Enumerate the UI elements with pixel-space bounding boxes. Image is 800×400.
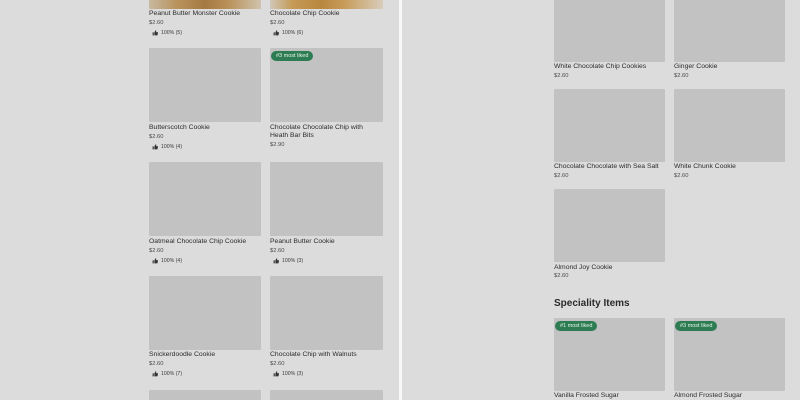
item-price: $2.60 bbox=[149, 361, 164, 367]
item-image: #3 most liked bbox=[674, 318, 785, 391]
menu-item-card[interactable]: #1 most liked Vanilla Frosted Sugar bbox=[554, 318, 665, 400]
menu-item-card[interactable]: White Chunk Cookie $2.60 bbox=[674, 89, 785, 181]
item-title: Chocolate Chocolate Chip with Heath Bar … bbox=[270, 124, 363, 139]
thumbs-up-icon bbox=[152, 258, 158, 264]
rating-text: 100% (3) bbox=[282, 371, 304, 377]
item-rating: 100% (7) bbox=[152, 371, 182, 377]
menu-item-card[interactable] bbox=[149, 390, 261, 400]
thumbs-up-icon bbox=[152, 30, 158, 36]
menu-item-card[interactable]: Butterscotch Cookie $2.60 100% (4) bbox=[149, 48, 261, 152]
item-rating: 100% (3) bbox=[273, 258, 303, 264]
item-price: $2.60 bbox=[674, 173, 689, 179]
speciality-items-heading: Speciality Items bbox=[554, 298, 630, 309]
rating-text: 100% (6) bbox=[282, 30, 304, 36]
rating-text: 100% (5) bbox=[161, 30, 183, 36]
item-price: $2.60 bbox=[270, 20, 285, 26]
item-image bbox=[149, 48, 261, 122]
item-title: Peanut Butter Cookie bbox=[270, 238, 335, 245]
item-title: Snickerdoodle Cookie bbox=[149, 351, 216, 358]
item-image bbox=[270, 0, 383, 9]
item-price: $2.60 bbox=[149, 134, 164, 140]
menu-item-card[interactable]: White Chocolate Chip Cookies $2.60 bbox=[554, 0, 665, 80]
item-title: Chocolate Chip Cookie bbox=[270, 10, 340, 17]
item-price: $2.60 bbox=[149, 248, 164, 254]
item-rating: 100% (6) bbox=[273, 30, 303, 36]
menu-item-card[interactable]: Peanut Butter Monster Cookie $2.60 100% … bbox=[149, 0, 261, 40]
item-image bbox=[149, 390, 261, 400]
rating-text: 100% (3) bbox=[282, 258, 304, 264]
item-image bbox=[674, 89, 785, 162]
item-price: $2.60 bbox=[149, 20, 164, 26]
item-price: $2.60 bbox=[554, 73, 569, 79]
item-title: White Chunk Cookie bbox=[674, 163, 736, 170]
item-image bbox=[149, 0, 261, 9]
item-price: $2.60 bbox=[674, 73, 689, 79]
item-image bbox=[554, 189, 665, 262]
item-title: Chocolate Chocolate with Sea Salt bbox=[554, 163, 659, 170]
menu-item-card[interactable]: Oatmeal Chocolate Chip Cookie $2.60 100%… bbox=[149, 162, 261, 266]
menu-item-card[interactable]: Snickerdoodle Cookie $2.60 100% (7) bbox=[149, 276, 261, 380]
item-rating: 100% (4) bbox=[152, 258, 182, 264]
menu-item-card[interactable]: Peanut Butter Cookie $2.60 100% (3) bbox=[270, 162, 383, 266]
item-rating: 100% (4) bbox=[152, 144, 182, 150]
menu-item-card[interactable]: Chocolate Chip Cookie $2.60 100% (6) bbox=[270, 0, 383, 40]
item-image bbox=[270, 390, 383, 400]
item-price: $2.60 bbox=[554, 173, 569, 179]
menu-item-card[interactable]: #3 most liked Almond Frosted Sugar bbox=[674, 318, 785, 400]
item-image bbox=[674, 0, 785, 62]
item-title: Vanilla Frosted Sugar bbox=[554, 392, 619, 399]
most-liked-badge: #1 most liked bbox=[555, 321, 598, 331]
menu-item-card[interactable]: Ginger Cookie $2.60 bbox=[674, 0, 785, 80]
most-liked-badge: #3 most liked bbox=[271, 51, 314, 61]
most-liked-badge: #3 most liked bbox=[675, 321, 718, 331]
item-title: Chocolate Chip with Walnuts bbox=[270, 351, 357, 358]
item-image bbox=[270, 162, 383, 236]
rating-text: 100% (4) bbox=[161, 144, 183, 150]
item-title: Oatmeal Chocolate Chip Cookie bbox=[149, 238, 247, 245]
item-title: White Chocolate Chip Cookies bbox=[554, 63, 647, 70]
item-image bbox=[149, 276, 261, 350]
thumbs-up-icon bbox=[273, 30, 279, 36]
item-price: $2.60 bbox=[270, 248, 285, 254]
thumbs-up-icon bbox=[273, 371, 279, 377]
item-title: Peanut Butter Monster Cookie bbox=[149, 10, 241, 17]
item-title: Butterscotch Cookie bbox=[149, 124, 210, 131]
item-image bbox=[270, 276, 383, 350]
menu-item-card[interactable]: Chocolate Chocolate with Sea Salt $2.60 bbox=[554, 89, 665, 181]
item-rating: 100% (3) bbox=[273, 371, 303, 377]
rating-text: 100% (4) bbox=[161, 258, 183, 264]
item-image bbox=[149, 162, 261, 236]
item-image bbox=[554, 0, 665, 62]
menu-item-card[interactable]: Chocolate Chip with Walnuts $2.60 100% (… bbox=[270, 276, 383, 380]
thumbs-up-icon bbox=[273, 258, 279, 264]
left-menu-panel: Peanut Butter Monster Cookie $2.60 100% … bbox=[0, 0, 399, 400]
item-price: $2.60 bbox=[554, 273, 569, 279]
thumbs-up-icon bbox=[152, 144, 158, 150]
menu-item-card[interactable]: #3 most liked Chocolate Chocolate Chip w… bbox=[270, 48, 383, 152]
item-title: Almond Frosted Sugar bbox=[674, 392, 743, 399]
item-image: #3 most liked bbox=[270, 48, 383, 122]
rating-text: 100% (7) bbox=[161, 371, 183, 377]
item-image bbox=[554, 89, 665, 162]
thumbs-up-icon bbox=[152, 371, 158, 377]
item-price: $2.90 bbox=[270, 142, 285, 148]
item-image: #1 most liked bbox=[554, 318, 665, 391]
item-rating: 100% (5) bbox=[152, 30, 182, 36]
menu-item-card[interactable] bbox=[270, 390, 383, 400]
item-title: Ginger Cookie bbox=[674, 63, 718, 70]
item-price: $2.60 bbox=[270, 361, 285, 367]
menu-item-card[interactable]: Almond Joy Cookie $2.60 bbox=[554, 189, 665, 281]
item-title: Almond Joy Cookie bbox=[554, 264, 613, 271]
